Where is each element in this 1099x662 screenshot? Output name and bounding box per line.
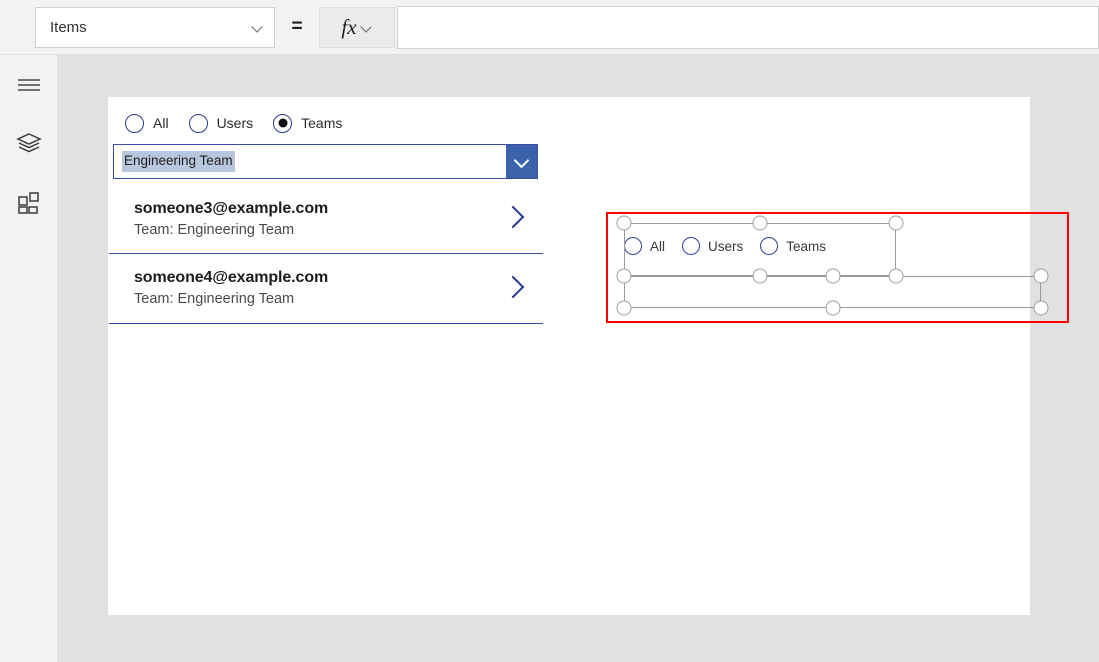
- property-dropdown[interactable]: Items: [35, 6, 275, 48]
- radio-option-users[interactable]: Users: [682, 237, 743, 255]
- canvas-area: All Users Teams Engineering Team someone…: [57, 55, 1099, 662]
- radio-option-users[interactable]: Users: [188, 113, 254, 133]
- gallery-row-subtitle: Team: Engineering Team: [134, 291, 295, 308]
- radio-label: All: [650, 238, 666, 254]
- team-dropdown-value: Engineering Team: [122, 151, 235, 172]
- radio-label: Users: [216, 115, 254, 131]
- gallery-row[interactable]: someone4@example.com Team: Engineering T…: [109, 254, 543, 324]
- radio-label: Teams: [786, 238, 827, 254]
- radio-circle-icon: [188, 113, 208, 133]
- resize-handle-outer-top-center[interactable]: [825, 268, 841, 284]
- gallery-row[interactable]: someone3@example.com Team: Engineering T…: [109, 184, 543, 254]
- left-rail: [0, 55, 57, 662]
- rail-item-menu[interactable]: [0, 55, 57, 114]
- resize-handle-mid-right[interactable]: [888, 268, 904, 284]
- radio-circle-selected-icon: [273, 113, 293, 133]
- radio-label: Users: [708, 238, 744, 254]
- formula-bar: Items = fx: [0, 0, 1099, 55]
- resize-handle-bottom-center-inner[interactable]: [752, 268, 768, 284]
- function-icon: fx: [341, 14, 357, 39]
- radio-option-all[interactable]: All: [125, 113, 169, 133]
- resize-handle-top-left[interactable]: [616, 215, 632, 231]
- member-gallery[interactable]: someone3@example.com Team: Engineering T…: [109, 184, 543, 324]
- formula-input[interactable]: [397, 5, 1099, 49]
- resize-handle-outer-bottom-center[interactable]: [825, 300, 841, 316]
- filter-radio-group[interactable]: All Users Teams: [125, 105, 545, 141]
- layers-icon: [15, 132, 42, 156]
- gallery-row-texts: someone3@example.com Team: Engineering T…: [134, 197, 501, 242]
- resize-handle-top-right[interactable]: [888, 215, 904, 231]
- chevron-down-icon: [515, 155, 528, 168]
- team-dropdown[interactable]: Engineering Team: [113, 144, 538, 179]
- hamburger-menu-icon: [17, 77, 41, 93]
- gallery-row-subtitle: Team: Engineering Team: [134, 221, 295, 238]
- radio-option-all[interactable]: All: [624, 237, 665, 255]
- radio-label: Teams: [301, 115, 343, 131]
- resize-handle-outer-top-right[interactable]: [1033, 268, 1049, 284]
- resize-handle-top-center[interactable]: [752, 215, 768, 231]
- resize-handle-outer-bottom-left[interactable]: [616, 300, 632, 316]
- rail-item-insert[interactable]: [0, 173, 57, 232]
- selected-radio-group[interactable]: All Users Teams: [624, 230, 914, 262]
- radio-option-teams[interactable]: Teams: [760, 237, 826, 255]
- grid-add-icon: [17, 191, 41, 215]
- team-dropdown-value-area[interactable]: Engineering Team: [114, 145, 506, 178]
- equals-label: =: [291, 16, 303, 37]
- chevron-right-icon[interactable]: [501, 203, 527, 235]
- gallery-row-texts: someone4@example.com Team: Engineering T…: [134, 266, 501, 311]
- radio-option-teams[interactable]: Teams: [273, 113, 343, 133]
- chevron-down-icon: [362, 22, 373, 33]
- radio-circle-icon: [125, 113, 144, 133]
- app-canvas[interactable]: All Users Teams Engineering Team someone…: [108, 97, 1069, 615]
- chevron-right-icon[interactable]: [501, 273, 527, 305]
- team-dropdown-toggle[interactable]: [506, 145, 537, 178]
- resize-handle-outer-bottom-right[interactable]: [1033, 300, 1049, 316]
- chevron-down-icon: [253, 22, 264, 33]
- gallery-row-title: someone4@example.com: [134, 269, 329, 287]
- rail-item-tree-view[interactable]: [0, 114, 57, 173]
- gallery-row-title: someone3@example.com: [134, 199, 329, 217]
- resize-handle-mid-left[interactable]: [616, 268, 632, 284]
- fx-button[interactable]: fx: [319, 6, 395, 48]
- radio-label: All: [153, 115, 169, 131]
- property-dropdown-value: Items: [50, 18, 87, 36]
- radio-circle-icon: [624, 237, 642, 255]
- radio-circle-icon: [760, 237, 779, 255]
- radio-circle-icon: [682, 237, 701, 255]
